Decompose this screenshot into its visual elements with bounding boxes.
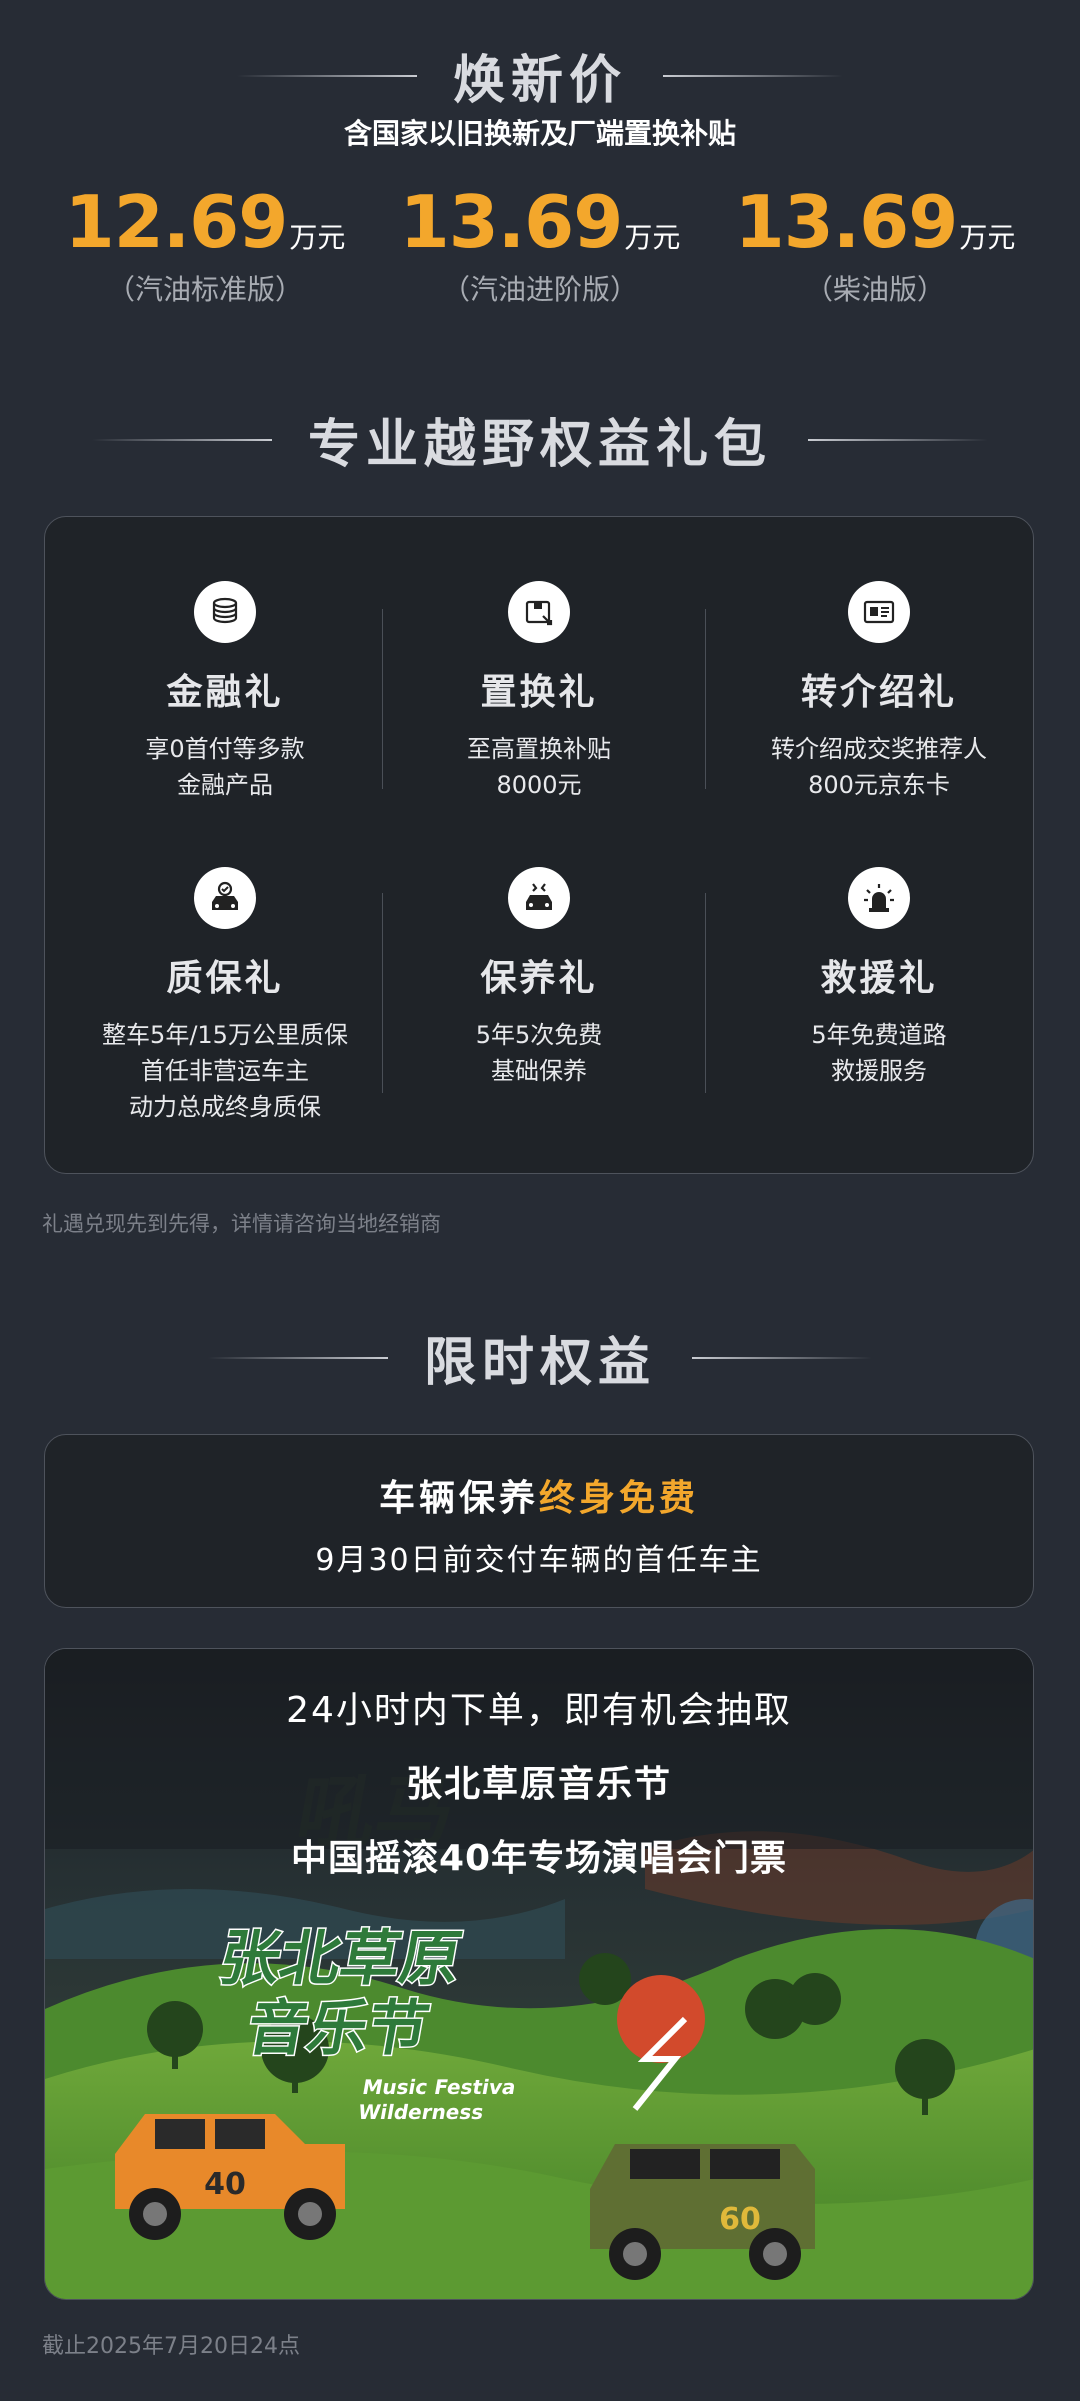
gift-finance: 金融礼 享0首付等多款 金融产品 [75,581,375,803]
gift-desc-line: 救援服务 [831,1057,927,1085]
maintenance-title-highlight: 终身免费 [539,1478,700,1519]
gift-desc-line: 800元京东卡 [808,771,950,799]
referral-card-icon [848,581,910,643]
gift-name: 金融礼 [166,672,284,713]
car-maintenance-icon [508,867,570,929]
gift-warranty: 质保礼 整车5年/15万公里质保 首任非营运车主 动力总成终身质保 [75,867,375,1125]
gift-name: 质保礼 [166,958,284,999]
gift-rescue: 救援礼 5年免费道路 救援服务 [729,867,1029,1089]
gift-desc-line: 享0首付等多款 [145,735,305,763]
festival-text: 24小时内下单，即有机会抽取 张北草原音乐节 中国摇滚40年专场演唱会门票 [45,1681,1033,1881]
maintenance-title-prefix: 车辆保养 [378,1478,539,1519]
gift-name: 转介绍礼 [800,672,957,713]
gift-maintenance: 保养礼 5年5次免费 基础保养 [389,867,689,1089]
gift-desc-line: 整车5年/15万公里质保 [102,1021,348,1049]
price-amount: 12.69 [64,180,289,264]
svg-text:Wilderness: Wilderness [356,2100,485,2124]
gift-desc-line: 转介绍成交奖推荐人 [771,735,987,763]
gift-desc-line: 8000元 [496,771,582,799]
price-subtitle: 含国家以旧换新及厂端置换补贴 [343,117,736,150]
gift-referral: 转介绍礼 转介绍成交奖推荐人 800元京东卡 [729,581,1029,803]
column-divider [382,893,383,1093]
gift-trade-in: 置换礼 至高置换补贴 8000元 [389,581,689,803]
deadline-text: 截止2025年7月20日24点 [42,2334,300,2359]
rescue-beacon-icon [848,867,910,929]
price-amount: 13.69 [734,180,959,264]
column-divider [705,893,706,1093]
gift-section-title: 专业越野权益礼包 [307,415,772,475]
gift-description: 转介绍成交奖推荐人 800元京东卡 [729,731,1029,803]
car-warranty-icon [194,867,256,929]
svg-text:张北草原: 张北草原 [214,1924,466,1993]
trade-in-box-icon [508,581,570,643]
price-version: （汽油进阶版） [441,273,638,306]
header-line-right [692,1356,872,1359]
limited-section-header: 限时权益 [0,1320,1080,1395]
price-row: 12.69万元 （汽油标准版） 13.69万元 （汽油进阶版） 13.69万元 … [40,180,1040,308]
column-divider [382,609,383,789]
price-section-header: 焕新价 [0,38,1080,113]
festival-line-1: 24小时内下单，即有机会抽取 [286,1690,792,1731]
price-version: （汽油标准版） [106,273,303,306]
gift-desc-line: 5年5次免费 [475,1021,603,1049]
header-line-right [808,438,988,441]
price-unit: 万元 [959,221,1016,254]
gift-footnote: 礼遇兑现先到先得，详情请咨询当地经销商 [42,1212,441,1236]
price-amount: 13.69 [399,180,624,264]
maintenance-subtitle: 9月30日前交付车辆的首任车主 [315,1543,763,1578]
lifetime-maintenance-card: 车辆保养终身免费 9月30日前交付车辆的首任车主 [44,1434,1034,1608]
gift-desc-line: 动力总成终身质保 [129,1093,321,1121]
gift-name: 救援礼 [820,958,938,999]
header-line-left [236,74,417,77]
gift-description: 至高置换补贴 8000元 [389,731,689,803]
price-item: 12.69万元 （汽油标准版） [40,180,370,308]
price-unit: 万元 [624,221,681,254]
column-divider [705,609,706,789]
price-item: 13.69万元 （柴油版） [710,180,1040,308]
gift-desc-line: 首任非营运车主 [141,1057,309,1085]
header-line-left [91,438,272,441]
gift-desc-line: 金融产品 [177,771,273,799]
price-item: 13.69万元 （汽油进阶版） [375,180,705,308]
music-festival-card[interactable]: 吼马 张北草原 音乐节 Music Festiva Wilderness 40 [44,1648,1034,2300]
gift-description: 整车5年/15万公里质保 首任非营运车主 动力总成终身质保 [75,1017,375,1125]
svg-text:Music Festiva: Music Festiva [361,2075,518,2099]
svg-text:40: 40 [204,2167,246,2202]
maintenance-title: 车辆保养终身免费 [45,1469,1033,1521]
svg-text:60: 60 [719,2202,761,2237]
gift-name: 置换礼 [480,672,598,713]
gift-desc-line: 5年免费道路 [811,1021,947,1049]
coins-icon [194,581,256,643]
limited-section-title: 限时权益 [423,1333,656,1393]
gift-package-card: 金融礼 享0首付等多款 金融产品 置换礼 至高置换补贴 8000元 转介绍礼 转… [44,516,1034,1174]
price-version: （柴油版） [804,273,945,306]
festival-line-3: 中国摇滚40年专场演唱会门票 [290,1838,788,1879]
gift-description: 5年免费道路 救援服务 [729,1017,1029,1089]
price-section-title: 焕新价 [452,51,627,111]
header-line-left [207,1356,388,1359]
gift-desc-line: 至高置换补贴 [467,735,611,763]
svg-text:音乐节: 音乐节 [242,1994,434,2063]
gift-description: 享0首付等多款 金融产品 [75,731,375,803]
header-line-right [663,74,843,77]
gift-desc-line: 基础保养 [491,1057,587,1085]
gift-name: 保养礼 [480,958,598,999]
promo-page: 焕新价 含国家以旧换新及厂端置换补贴 12.69万元 （汽油标准版） 13.69… [0,0,1080,2401]
price-unit: 万元 [289,221,346,254]
festival-line-2: 张北草原音乐节 [405,1764,672,1805]
gift-section-header: 专业越野权益礼包 [0,402,1080,477]
gift-description: 5年5次免费 基础保养 [389,1017,689,1089]
